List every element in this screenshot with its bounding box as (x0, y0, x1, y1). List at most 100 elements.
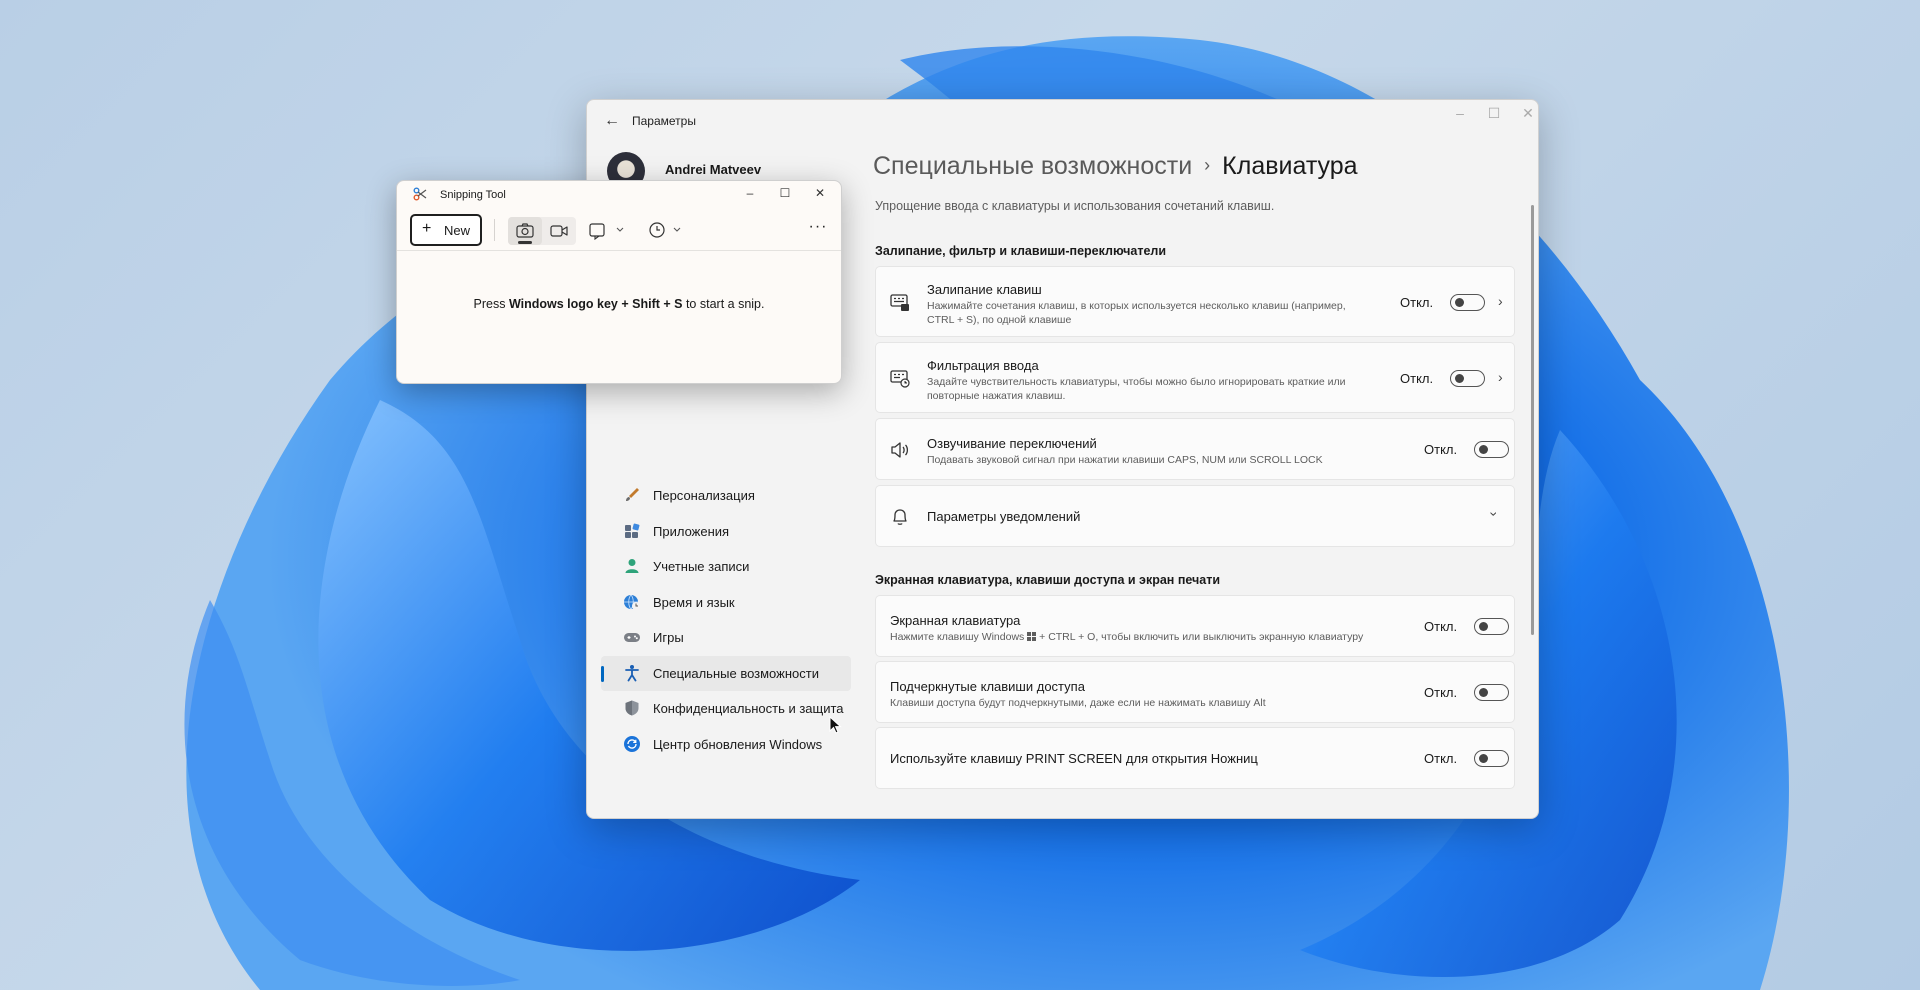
snip-shape-dropdown[interactable] (589, 220, 629, 242)
sidebar-item-personalization[interactable]: Персонализация (601, 478, 851, 514)
filter-keys-toggle[interactable] (1450, 370, 1485, 387)
close-button[interactable]: ✕ (1511, 102, 1538, 124)
page-title: Клавиатура (1222, 152, 1358, 180)
maximize-button[interactable]: ☐ (770, 183, 800, 203)
card-description: CTRL + S), по одной клавише (927, 314, 1072, 326)
active-mode-indicator (518, 241, 532, 244)
sidebar-item-gaming[interactable]: Игры (601, 620, 851, 656)
sidebar-item-time-language[interactable]: Время и язык (601, 585, 851, 621)
setting-card-print-screen[interactable]: Используйте клавишу PRINT SCREEN для отк… (875, 727, 1515, 789)
card-description: Подавать звуковой сигнал при нажатии кла… (927, 454, 1323, 466)
person-icon (625, 559, 639, 573)
sidebar-item-accounts[interactable]: Учетные записи (601, 549, 851, 585)
breadcrumb-parent[interactable]: Специальные возможности (873, 152, 1192, 180)
page-subtitle: Упрощение ввода с клавиатуры и использов… (875, 199, 1275, 213)
keyboard-sticky-icon (890, 294, 909, 311)
sidebar-item-accessibility[interactable]: Специальные возможности (601, 655, 851, 691)
toggle-state-label: Откл. (1424, 619, 1458, 634)
card-description: Нажмите клавишу Windows + CTRL + O, чтоб… (890, 630, 1363, 644)
plus-icon: + (422, 220, 432, 237)
sidebar-item-label: Приложения (653, 523, 730, 539)
settings-app-title: Параметры (632, 114, 696, 128)
sidebar-item-label: Персонализация (653, 488, 755, 503)
section-title: Залипание, фильтр и клавиши-переключател… (875, 244, 1167, 258)
new-button-label: New (444, 223, 471, 238)
scrollbar[interactable] (1531, 205, 1534, 635)
sidebar-item-label: Учетные записи (653, 559, 750, 574)
speaker-icon (891, 442, 909, 458)
snipping-tool-logo-icon (413, 187, 427, 201)
description-text: Нажмите клавишу Windows (890, 631, 1025, 643)
maximize-button[interactable]: ☐ (1477, 102, 1511, 124)
card-title: Фильтрация ввода (927, 358, 1039, 373)
setting-card-filter-keys[interactable]: Фильтрация ввода Задайте чувствительност… (875, 342, 1515, 413)
sidebar-item-apps[interactable]: Приложения (601, 514, 851, 550)
camera-icon (516, 223, 534, 238)
toggle-state-label: Откл. (1424, 751, 1458, 766)
snipping-tool-window: Snipping Tool – ☐ ✕ + New ··· Press Wind… (396, 180, 842, 384)
settings-titlebar: ← Параметры – ☐ ✕ (587, 100, 1538, 142)
capture-mode-group (508, 217, 576, 245)
back-arrow-icon[interactable]: ← (601, 110, 623, 132)
onscreen-keyboard-toggle[interactable] (1474, 618, 1509, 635)
screenshot-mode-button[interactable] (508, 217, 542, 245)
sidebar-item-label: Игры (653, 630, 684, 645)
video-camera-icon (550, 225, 568, 237)
new-snip-button[interactable]: + New (410, 214, 482, 246)
card-description: повторные нажатия клавиш. (927, 390, 1066, 402)
print-screen-toggle[interactable] (1474, 750, 1509, 767)
card-title: Параметры уведомлений (927, 509, 1081, 524)
video-mode-button[interactable] (542, 217, 576, 245)
setting-card-onscreen-keyboard[interactable]: Экранная клавиатура Нажмите клавишу Wind… (875, 595, 1515, 657)
setting-card-access-keys[interactable]: Подчеркнутые клавиши доступа Клавиши дос… (875, 661, 1515, 723)
card-title: Экранная клавиатура (890, 613, 1021, 628)
brush-icon (626, 488, 639, 501)
mouse-cursor-icon (829, 716, 842, 734)
card-title: Используйте клавишу PRINT SCREEN для отк… (890, 751, 1258, 766)
card-description: Нажимайте сочетания клавиш, в которых ис… (927, 300, 1346, 312)
card-description: Клавиши доступа будут подчеркнутыми, даж… (890, 697, 1266, 709)
setting-card-notifications[interactable]: Параметры уведомлений › (875, 485, 1515, 547)
sidebar-item-windows-update[interactable]: Центр обновления Windows (601, 727, 851, 763)
card-description: Задайте чувствительность клавиатуры, что… (927, 376, 1346, 388)
more-options-icon[interactable]: ··· (807, 219, 829, 240)
hint-suffix: to start a snip. (682, 297, 765, 311)
setting-card-sticky-keys[interactable]: Залипание клавиш Нажимайте сочетания кла… (875, 266, 1515, 337)
profile-name: Andrei Matveev (665, 162, 762, 177)
description-text: + CTRL + O, чтобы включить или выключить… (1039, 631, 1364, 643)
card-title: Залипание клавиш (927, 282, 1042, 297)
minimize-button[interactable]: – (1443, 102, 1477, 124)
toggle-state-label: Откл. (1424, 442, 1458, 457)
toolbar-divider (494, 219, 495, 241)
chevron-right-icon: › (1498, 293, 1503, 309)
chevron-down-icon: › (1486, 511, 1503, 517)
update-icon (624, 735, 640, 752)
snip-hint-text: Press Windows logo key + Shift + S to st… (397, 297, 841, 311)
hint-keys: Windows logo key + Shift + S (508, 297, 683, 311)
sidebar-item-label: Центр обновления Windows (653, 736, 823, 752)
close-button[interactable]: ✕ (805, 183, 835, 203)
snipping-tool-title: Snipping Tool (440, 189, 506, 201)
chevron-right-icon: › (1498, 369, 1503, 385)
toggle-keys-toggle[interactable] (1474, 441, 1509, 458)
minimize-button[interactable]: – (735, 183, 765, 203)
delay-timer-dropdown[interactable] (649, 220, 689, 242)
snipping-toolbar: + New ··· (397, 211, 841, 251)
keyboard-filter-icon (890, 370, 910, 388)
page-heading: Специальные возможности › Клавиатура (873, 152, 1358, 181)
card-title: Озвучивание переключений (927, 436, 1097, 451)
access-keys-toggle[interactable] (1474, 684, 1509, 701)
active-indicator (601, 665, 604, 682)
windows-logo-icon (1027, 632, 1037, 641)
setting-card-toggle-keys[interactable]: Озвучивание переключений Подавать звуков… (875, 418, 1515, 480)
sidebar-nav: Персонализация Приложения Учетные записи… (601, 478, 851, 762)
accessibility-icon (625, 664, 639, 681)
sidebar-item-label: Специальные возможности (653, 665, 819, 681)
apps-icon (625, 523, 640, 538)
breadcrumb-separator: › (1204, 155, 1211, 175)
bell-icon (893, 509, 907, 525)
sidebar-item-privacy[interactable]: Конфиденциальность и защита (601, 691, 851, 727)
toggle-state-label: Откл. (1400, 371, 1434, 386)
sticky-keys-toggle[interactable] (1450, 294, 1485, 311)
toggle-state-label: Откл. (1424, 685, 1458, 700)
